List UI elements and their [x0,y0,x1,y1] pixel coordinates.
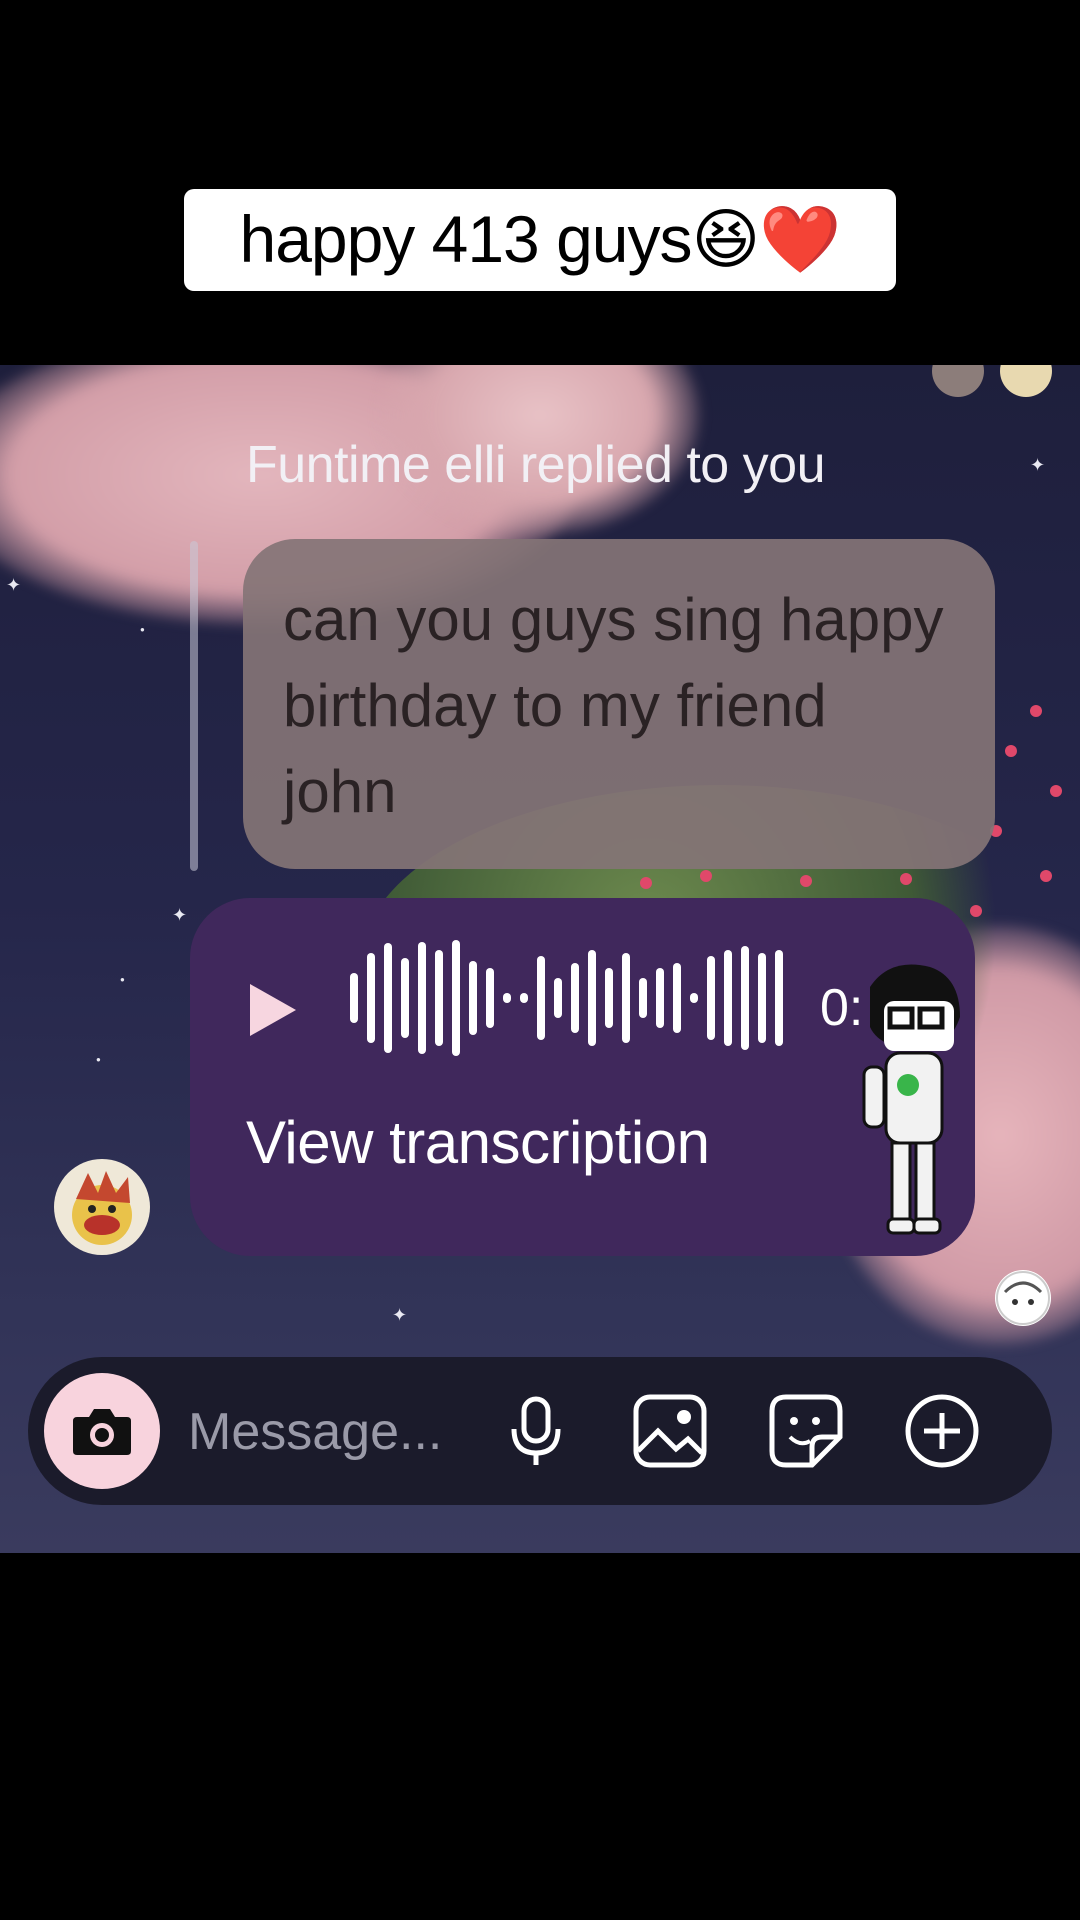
camera-icon [73,1409,131,1455]
audio-waveform[interactable] [350,938,790,1058]
flower [1050,785,1062,797]
camera-button[interactable] [44,1373,160,1489]
message-composer [28,1357,1052,1505]
flower [1005,745,1017,757]
microphone-icon[interactable] [496,1391,576,1471]
star-decoration: ✦ [6,575,22,595]
reply-indicator-bar [190,541,198,871]
plus-icon[interactable] [902,1391,982,1471]
flower [640,877,652,889]
video-caption: happy 413 guys😆❤️ [184,189,896,291]
flower [900,873,912,885]
flower [1030,705,1042,717]
play-icon[interactable] [250,984,296,1036]
flower [1040,870,1052,882]
caption-text: happy 413 guys😆❤️ [239,202,841,276]
star-decoration: ✦ [1030,455,1046,475]
sender-avatar[interactable] [54,1159,150,1255]
flower [800,875,812,887]
read-receipt-avatar [995,1270,1051,1326]
star-decoration: ✦ [392,1305,408,1325]
star-decoration: ● [96,1055,101,1064]
flower [970,905,982,917]
view-transcription-link[interactable]: View transcription [246,1108,710,1177]
reply-context-label: Funtime elli replied to you [246,436,826,494]
gallery-icon[interactable] [630,1391,710,1471]
character-sticker [862,964,960,1235]
star-decoration: ✦ [172,905,188,925]
chat-screen: ✦ ✦ ✦ ✦ ● ● ● Funtime elli replied to yo… [0,365,1080,1553]
star-decoration: ● [140,625,145,634]
star-decoration: ● [120,975,125,984]
quoted-message-text: can you guys sing happy birthday to my f… [283,586,944,825]
message-input[interactable] [188,1399,488,1465]
flower [700,870,712,882]
sticker-icon[interactable] [766,1391,846,1471]
quoted-message-bubble[interactable]: can you guys sing happy birthday to my f… [243,539,995,869]
